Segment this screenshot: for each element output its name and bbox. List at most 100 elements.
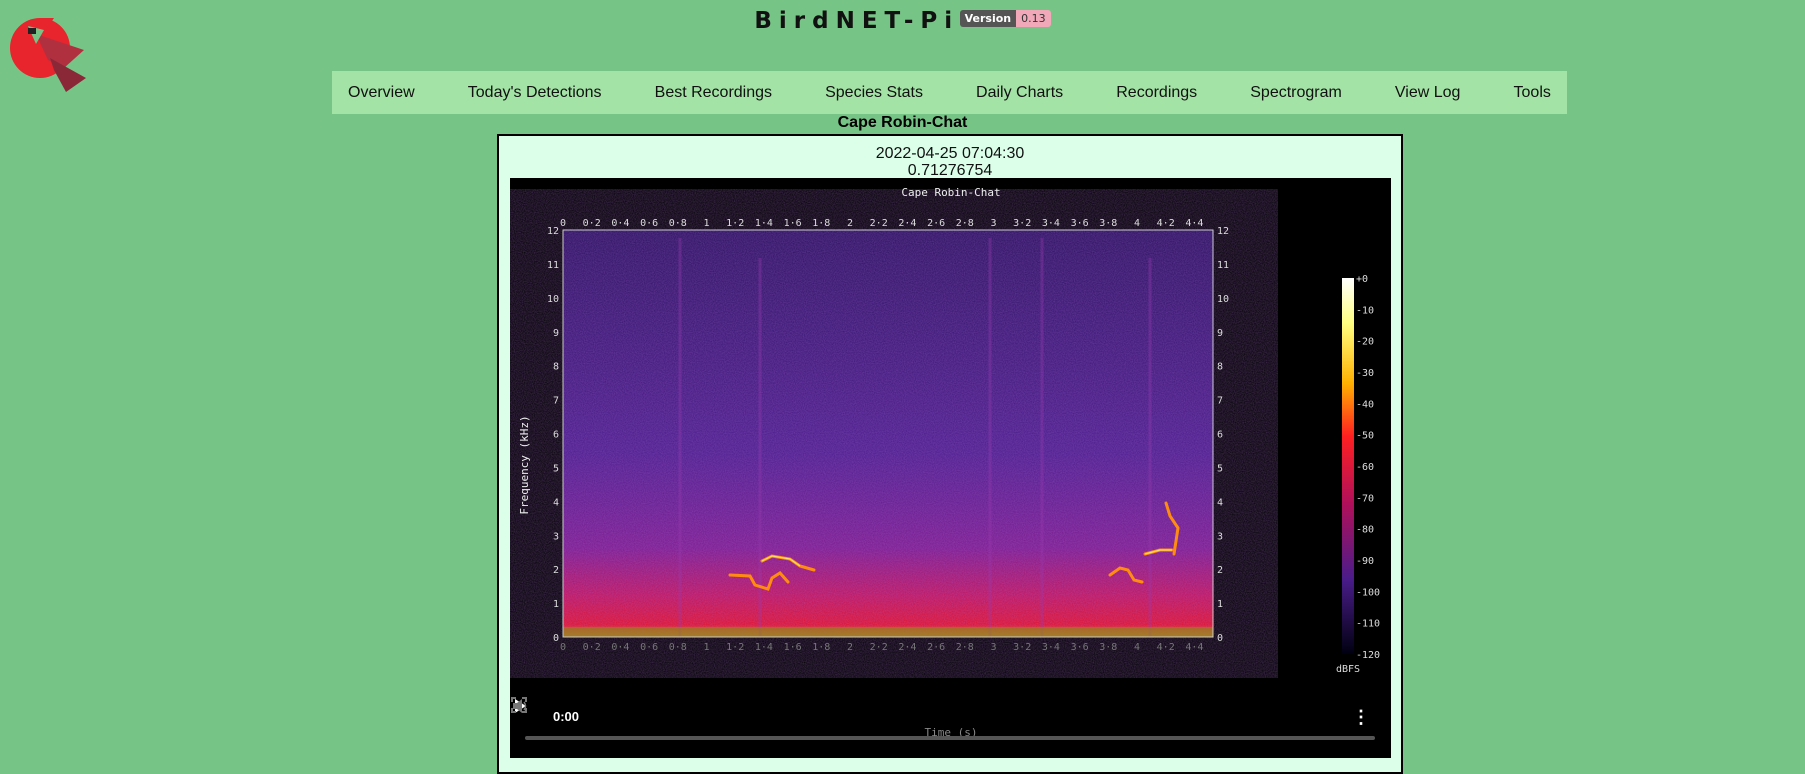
y-tick-label: 1 <box>553 599 559 610</box>
fullscreen-icon[interactable] <box>510 696 528 714</box>
x-tick-label-bottom: 4·2 <box>1157 642 1175 653</box>
nav-recordings[interactable]: Recordings <box>1116 84 1197 102</box>
y-tick-label-right: 2 <box>1217 565 1223 576</box>
site-title: BirdNET-Pi <box>754 8 960 34</box>
y-tick-label: 3 <box>553 531 559 542</box>
x-tick-label-top: 0 <box>560 218 566 229</box>
x-tick-label-bottom: 1·2 <box>726 642 744 653</box>
x-tick-label-bottom: 0·6 <box>640 642 658 653</box>
colorbar <box>1342 278 1354 654</box>
x-tick-label-top: 1·6 <box>784 218 802 229</box>
x-tick-label-bottom: 3·2 <box>1013 642 1031 653</box>
x-tick-label-top: 4·4 <box>1185 218 1203 229</box>
y-tick-label-right: 11 <box>1217 260 1229 271</box>
x-tick-label-bottom: 4 <box>1134 642 1140 653</box>
x-tick-label-top: 4 <box>1134 218 1140 229</box>
x-tick-label-top: 2·2 <box>870 218 888 229</box>
nav-tools[interactable]: Tools <box>1514 84 1551 102</box>
y-tick-label-right: 5 <box>1217 463 1223 474</box>
x-tick-label-top: 3·2 <box>1013 218 1031 229</box>
x-tick-label-top: 3·6 <box>1071 218 1089 229</box>
y-tick-label-right: 10 <box>1217 294 1229 305</box>
y-tick-label-right: 8 <box>1217 362 1223 373</box>
x-tick-label-top: 1·8 <box>812 218 830 229</box>
y-tick-label: 0 <box>553 633 559 644</box>
x-tick-label-bottom: 1·8 <box>812 642 830 653</box>
audio-player: 0:00 ⋮ <box>510 696 1391 740</box>
x-tick-label-top: 3·8 <box>1099 218 1117 229</box>
y-tick-label: 5 <box>553 463 559 474</box>
x-tick-label-bottom: 2·2 <box>870 642 888 653</box>
colorbar-tick-label: -10 <box>1356 305 1374 316</box>
y-tick-label: 11 <box>547 260 559 271</box>
x-tick-label-top: 2·6 <box>927 218 945 229</box>
nav-daily-charts[interactable]: Daily Charts <box>976 84 1063 102</box>
main-nav: Overview Today's Detections Best Recordi… <box>332 71 1567 114</box>
y-tick-label: 12 <box>547 226 559 237</box>
x-tick-label-bottom: 1·4 <box>755 642 773 653</box>
y-tick-label: 9 <box>553 328 559 339</box>
x-tick-label-top: 2 <box>847 218 853 229</box>
colorbar-tick-label: -40 <box>1356 399 1374 410</box>
colorbar-tick-label: -30 <box>1356 368 1374 379</box>
x-tick-label-top: 1·2 <box>726 218 744 229</box>
x-tick-label-top: 1 <box>703 218 709 229</box>
y-tick-label-right: 7 <box>1217 396 1223 407</box>
x-tick-label-bottom: 2·8 <box>956 642 974 653</box>
y-tick-label: 2 <box>553 565 559 576</box>
y-tick-label-right: 0 <box>1217 633 1223 644</box>
x-tick-label-top: 3·4 <box>1042 218 1060 229</box>
nav-best-recordings[interactable]: Best Recordings <box>655 84 772 102</box>
x-tick-label-top: 0·2 <box>583 218 601 229</box>
x-tick-label-bottom: 3·4 <box>1042 642 1060 653</box>
playback-scrubber[interactable] <box>525 736 1375 740</box>
site-header: BirdNET-Pi Version 0.13 <box>0 8 1805 34</box>
y-tick-label-right: 6 <box>1217 430 1223 441</box>
x-tick-label-bottom: 0·4 <box>611 642 629 653</box>
x-tick-label-top: 1·4 <box>755 218 773 229</box>
x-tick-label-top: 3 <box>990 218 996 229</box>
colorbar-tick-label: -50 <box>1356 431 1374 442</box>
x-tick-label-top: 0·4 <box>611 218 629 229</box>
nav-species-stats[interactable]: Species Stats <box>825 84 923 102</box>
colorbar-tick-label: -120 <box>1356 650 1380 661</box>
colorbar-tick-label: -110 <box>1356 619 1380 630</box>
colorbar-tick-label: -70 <box>1356 493 1374 504</box>
x-tick-label-top: 4·2 <box>1157 218 1175 229</box>
species-heading: Cape Robin-Chat <box>837 114 968 131</box>
y-tick-label: 4 <box>553 497 559 508</box>
y-tick-label-right: 3 <box>1217 531 1223 542</box>
y-tick-label: 7 <box>553 396 559 407</box>
version-label: Version <box>959 9 1017 27</box>
y-axis-ticks-right: 0123456789101112 <box>1217 226 1229 644</box>
x-tick-label-bottom: 3·6 <box>1071 642 1089 653</box>
x-tick-label-bottom: 2 <box>847 642 853 653</box>
spectrogram-video[interactable]: 0 1 2 3 4 5 6 7 8 9 10 11 12 0 1 2 3 4 5 6 7 8 9 10 11 12 0 0·2 0·… <box>510 178 1391 758</box>
y-tick-label-right: 12 <box>1217 226 1229 237</box>
x-tick-label-bottom: 3·8 <box>1099 642 1117 653</box>
y-tick-label-right: 1 <box>1217 599 1223 610</box>
x-tick-label-bottom: 0·8 <box>669 642 687 653</box>
nav-overview[interactable]: Overview <box>348 84 415 102</box>
x-axis-ticks-bottom: 0 0·2 0·4 0·6 0·8 1 1·2 1·4 1·6 1·8 2 2·2 2·4 2·6 2·8 3… <box>560 642 1203 653</box>
x-tick-label-top: 2·4 <box>898 218 916 229</box>
spectrogram-title: Cape Robin-Chat <box>901 186 1000 199</box>
nav-spectrogram[interactable]: Spectrogram <box>1250 84 1342 102</box>
x-tick-label-bottom: 2·6 <box>927 642 945 653</box>
colorbar-tick-label: -80 <box>1356 525 1374 536</box>
current-time: 0:00 <box>553 709 580 724</box>
x-tick-label-bottom: 0 <box>560 642 566 653</box>
x-tick-label-bottom: 2·4 <box>898 642 916 653</box>
colorbar-tick-label: -60 <box>1356 462 1374 473</box>
more-options-icon[interactable]: ⋮ <box>1352 706 1370 730</box>
colorbar-tick-label: -20 <box>1356 337 1374 348</box>
colorbar-ticks: +0 -10 -20 -30 -40 -50 -60 -70 -80 -90 -100 -110 -12… <box>1356 274 1380 661</box>
version-value: 0.13 <box>1016 9 1051 27</box>
y-tick-label: 6 <box>553 430 559 441</box>
nav-todays-detections[interactable]: Today's Detections <box>468 84 602 102</box>
colorbar-tick-label: -90 <box>1356 556 1374 567</box>
nav-view-log[interactable]: View Log <box>1395 84 1461 102</box>
y-tick-label-right: 4 <box>1217 497 1223 508</box>
colorbar-tick-label: +0 <box>1356 274 1368 285</box>
y-tick-label: 10 <box>547 294 559 305</box>
